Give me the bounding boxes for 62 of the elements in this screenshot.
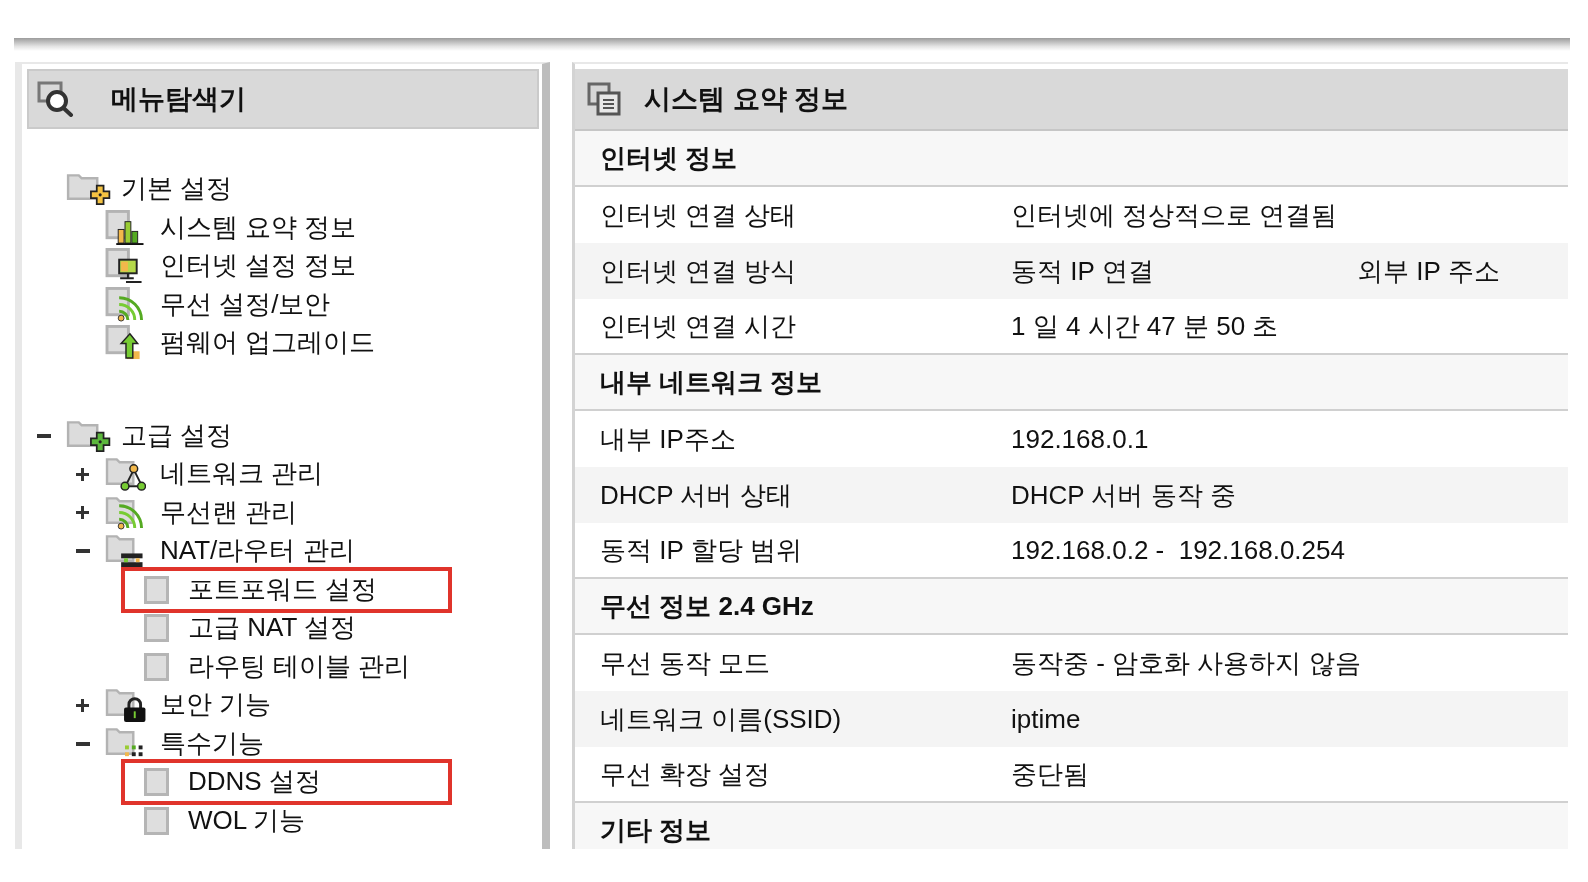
field-value: 192.168.0.1 [1011,423,1149,454]
section-title: 기타 정보 [600,813,712,847]
tree-item[interactable]: 네트워크 관리 [160,459,324,490]
folder-icon [66,418,111,453]
tree-item[interactable]: 인터넷 설정 정보 [160,251,357,282]
tree-item[interactable]: 시스템 요약 정보 [160,212,357,243]
wifi-icon [105,286,146,323]
tree-item[interactable]: WOL 기능 [188,805,306,836]
field-value: 192.168.0.2 - 192.168.0.254 [1011,534,1345,565]
wifi-icon [105,494,146,531]
minus-icon[interactable] [76,741,90,746]
field-label: 동적 IP 할당 범위 [600,534,802,565]
field-label: 인터넷 연결 시간 [600,310,797,341]
tree-item[interactable]: 기본 설정 [121,174,233,205]
section-title: 무선 정보 2.4 GHz [600,589,814,623]
tree-item[interactable]: 라우팅 테이블 관리 [188,651,411,682]
page-icon [144,652,169,681]
tree-item[interactable]: NAT/라우터 관리 [160,536,355,567]
page-icon [144,614,169,643]
minus-icon[interactable] [76,549,90,554]
field-value: 동적 IP 연결 [1011,255,1154,286]
router-icon [105,533,146,570]
tree-item[interactable]: 보안 기능 [160,690,272,721]
documents-icon [587,82,621,116]
plus-icon[interactable] [76,506,89,520]
minus-icon[interactable] [37,433,51,438]
tree-item[interactable]: 포트포워드 설정 [188,574,378,605]
plus-icon[interactable] [76,467,89,481]
field-label: 외부 IP 주소 [1357,255,1500,286]
section-title: 내부 네트워크 정보 [600,365,823,399]
page-icon [144,806,169,835]
field-label: 인터넷 연결 상태 [600,199,797,230]
field-label: 무선 동작 모드 [600,647,771,678]
page-icon [144,575,169,604]
tree-item[interactable]: 특수기능 [160,728,264,759]
plus-icon[interactable] [76,698,89,712]
field-value: DHCP 서버 동작 중 [1011,479,1236,510]
section-title: 인터넷 정보 [600,141,738,175]
network-icon [105,456,146,493]
folder-icon [66,172,111,207]
page-icon [144,768,169,797]
panel-title: 시스템 요약 정보 [644,83,848,116]
field-value: 중단됨 [1011,758,1089,789]
tree-item[interactable]: 고급 NAT 설정 [188,613,357,644]
tree-item[interactable]: 고급 설정 [121,420,233,451]
field-value: 동작중 - 암호화 사용하지 않음 [1011,647,1361,678]
field-value: 1 일 4 시간 47 분 50 초 [1011,310,1279,341]
tree-item[interactable]: 무선랜 관리 [160,497,298,528]
field-label: 무선 확장 설정 [600,758,771,789]
lock-icon [105,687,146,724]
field-value: 인터넷에 정상적으로 연결됨 [1011,199,1338,230]
field-label: 인터넷 연결 방식 [600,255,797,286]
field-label: 네트워크 이름(SSID) [600,703,842,734]
tree-item[interactable]: 무선 설정/보안 [160,289,331,320]
panel-title: 메뉴탐색기 [111,83,246,116]
search-icon [37,81,75,117]
field-value: iptime [1011,703,1081,734]
field-label: DHCP 서버 상태 [600,479,792,510]
tree-item[interactable]: 펌웨어 업그레이드 [160,328,376,359]
tree-item[interactable]: DDNS 설정 [188,767,321,798]
field-label: 내부 IP주소 [600,423,736,454]
bar-chart-icon [105,209,146,246]
